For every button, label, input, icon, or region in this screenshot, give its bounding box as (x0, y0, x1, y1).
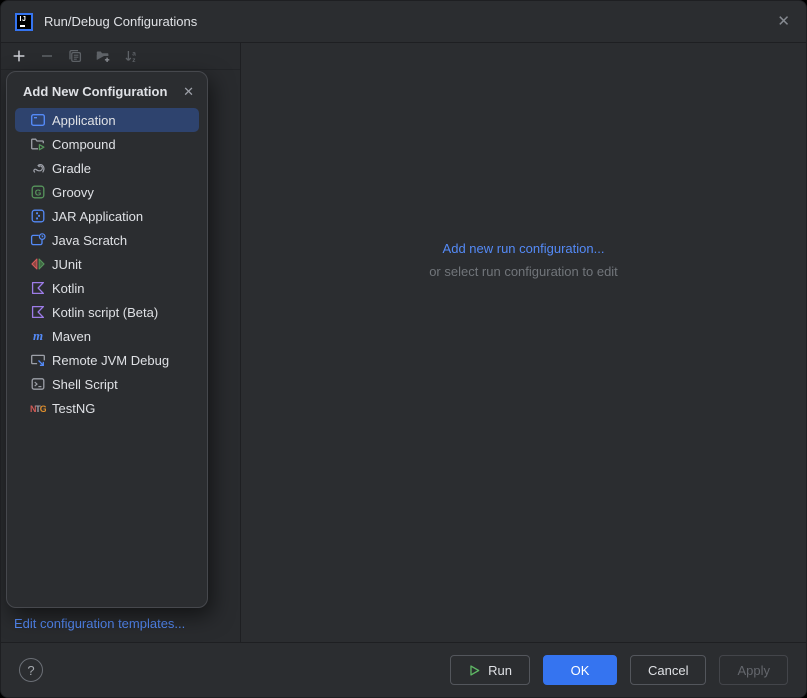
config-type-item[interactable]: Application (15, 108, 199, 132)
empty-state: Add new run configuration... or select r… (241, 241, 806, 279)
popup-header: Add New Configuration ✕ (7, 72, 207, 108)
dialog-titlebar: IJ Run/Debug Configurations ✕ (1, 1, 806, 43)
empty-state-hint: or select run configuration to edit (241, 264, 806, 279)
config-type-item[interactable]: Maven (15, 324, 199, 348)
run-button[interactable]: Run (450, 655, 530, 685)
add-new-configuration-popup: Add New Configuration ✕ Application Comp… (6, 71, 208, 608)
config-type-label: JUnit (52, 257, 82, 272)
java-scratch-icon (30, 232, 46, 248)
popup-close-icon[interactable]: ✕ (183, 85, 194, 98)
add-new-run-configuration-link[interactable]: Add new run configuration... (241, 241, 806, 256)
config-type-label: Gradle (52, 161, 91, 176)
add-configuration-button[interactable] (7, 45, 31, 67)
config-type-item[interactable]: TestNG (15, 396, 199, 420)
run-debug-configurations-dialog: IJ Run/Debug Configurations ✕ (0, 0, 807, 698)
config-type-label: Compound (52, 137, 116, 152)
config-type-item[interactable]: Gradle (15, 156, 199, 180)
edit-configuration-templates-link[interactable]: Edit configuration templates... (14, 616, 185, 631)
footer-buttons: Run OK Cancel Apply (450, 655, 788, 685)
junit-icon (30, 256, 46, 272)
new-folder-icon (95, 48, 111, 64)
config-type-label: JAR Application (52, 209, 143, 224)
config-type-label: Java Scratch (52, 233, 127, 248)
close-icon[interactable]: ✕ (777, 14, 790, 29)
config-type-item[interactable]: Compound (15, 132, 199, 156)
config-type-label: Kotlin (52, 281, 85, 296)
popup-config-list: Application Compound Gradle Groovy JAR A… (7, 108, 207, 607)
config-type-item[interactable]: Java Scratch (15, 228, 199, 252)
config-type-item[interactable]: Remote JVM Debug (15, 348, 199, 372)
config-type-item[interactable]: Groovy (15, 180, 199, 204)
create-folder-button[interactable] (91, 45, 115, 67)
copy-configuration-button[interactable] (63, 45, 87, 67)
sort-configurations-button[interactable]: a z (119, 45, 143, 67)
help-button[interactable]: ? (19, 658, 43, 682)
maven-icon (30, 328, 46, 344)
remove-icon (39, 48, 55, 64)
run-play-icon (468, 664, 481, 677)
sort-alphabetically-icon: a z (123, 48, 139, 64)
dialog-footer: ? Run OK Cancel Apply (1, 642, 806, 697)
copy-icon (67, 48, 83, 64)
config-type-label: Groovy (52, 185, 94, 200)
remote-jvm-debug-icon (30, 352, 46, 368)
config-type-label: TestNG (52, 401, 95, 416)
config-type-label: Maven (52, 329, 91, 344)
jar-application-icon (30, 208, 46, 224)
svg-text:z: z (132, 57, 136, 64)
config-type-label: Shell Script (52, 377, 118, 392)
shell-script-icon (30, 376, 46, 392)
config-type-item[interactable]: JUnit (15, 252, 199, 276)
question-mark-icon: ? (27, 663, 34, 678)
popup-title: Add New Configuration (23, 84, 167, 99)
compound-icon (30, 136, 46, 152)
add-icon (11, 48, 27, 64)
kotlin-icon (30, 280, 46, 296)
dialog-title: Run/Debug Configurations (44, 14, 197, 29)
groovy-icon (30, 184, 46, 200)
config-type-label: Application (52, 113, 116, 128)
config-type-label: Kotlin script (Beta) (52, 305, 158, 320)
config-type-item[interactable]: JAR Application (15, 204, 199, 228)
apply-button[interactable]: Apply (719, 655, 788, 685)
cancel-button[interactable]: Cancel (630, 655, 706, 685)
kotlin-icon (30, 304, 46, 320)
run-button-label: Run (488, 663, 512, 678)
gradle-icon (30, 160, 46, 176)
remove-configuration-button[interactable] (35, 45, 59, 67)
intellij-logo-icon: IJ (15, 13, 33, 31)
config-type-item[interactable]: Kotlin (15, 276, 199, 300)
configuration-editor-area: Add new run configuration... or select r… (241, 43, 806, 642)
application-icon (30, 112, 46, 128)
testng-icon (30, 400, 46, 416)
config-type-item[interactable]: Shell Script (15, 372, 199, 396)
config-type-item[interactable]: Kotlin script (Beta) (15, 300, 199, 324)
ok-button[interactable]: OK (543, 655, 617, 685)
configurations-toolbar: a z (1, 43, 240, 70)
config-type-label: Remote JVM Debug (52, 353, 169, 368)
